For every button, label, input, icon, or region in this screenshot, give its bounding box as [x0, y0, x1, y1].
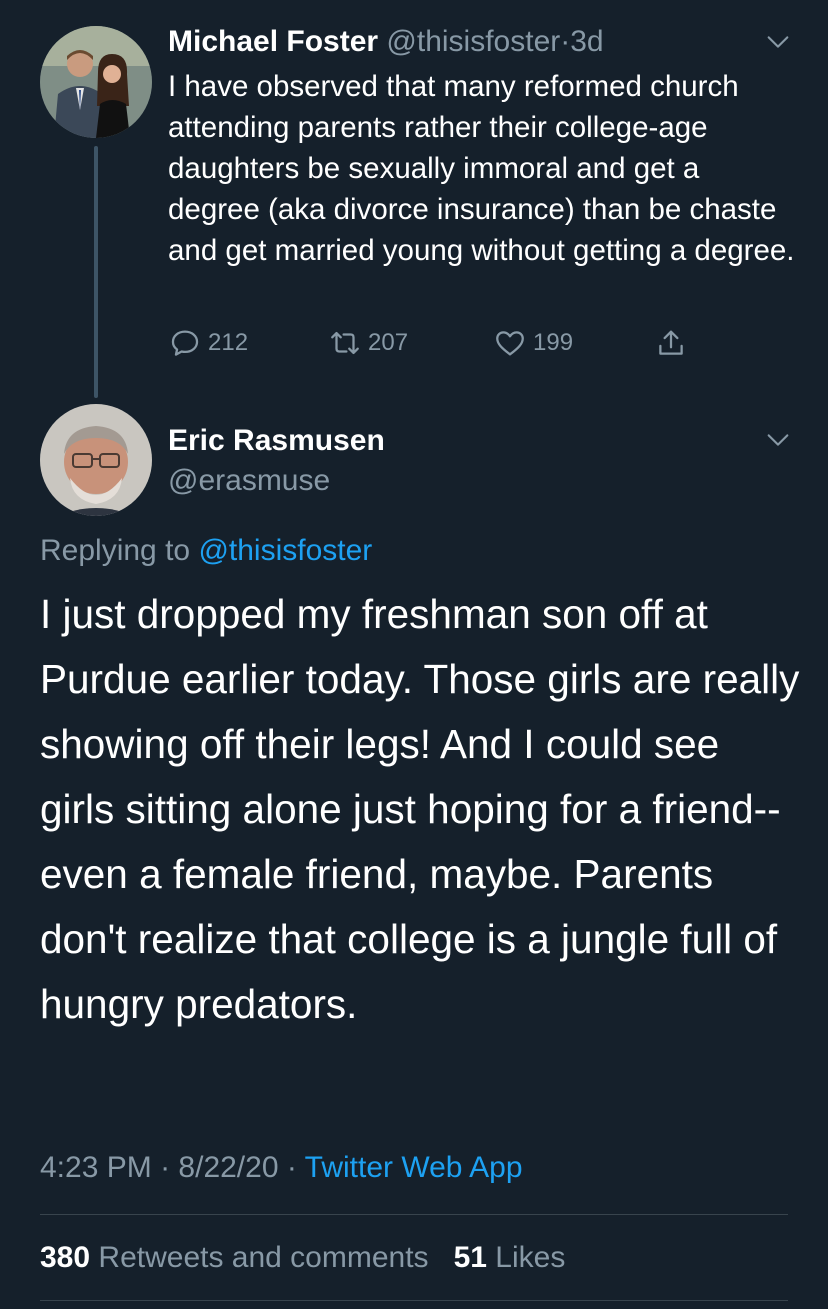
tweet-stats: 380 Retweets and comments 51 Likes [40, 1238, 565, 1278]
chevron-down-icon[interactable] [764, 28, 792, 56]
main-author-handle[interactable]: @erasmuse [168, 462, 330, 500]
meta-separator: · [286, 1151, 297, 1184]
reply-count: 212 [208, 329, 249, 356]
main-author-name[interactable]: Eric Rasmusen [168, 422, 385, 460]
like-button[interactable]: 199 [493, 326, 573, 360]
thread-connector-line [94, 146, 98, 398]
like-count: 199 [533, 329, 574, 356]
retweet-button[interactable]: 207 [328, 326, 408, 360]
parent-author-handle[interactable]: @thisisfoster [386, 25, 560, 58]
header-separator: · [560, 25, 571, 58]
retweets-count: 380 [40, 1241, 91, 1274]
michael-foster-avatar[interactable] [40, 26, 152, 138]
retweets-label: Retweets and comments [98, 1241, 429, 1274]
retweets-stat[interactable]: 380 Retweets and comments [40, 1241, 429, 1274]
likes-count: 51 [453, 1241, 487, 1274]
likes-stat[interactable]: 51 Likes [454, 1241, 566, 1274]
parent-tweet-actions: 212 207 199 [168, 326, 728, 366]
share-upload-icon [659, 330, 683, 355]
tweet-date[interactable]: 8/22/20 [178, 1151, 278, 1184]
stats-divider-top [40, 1214, 788, 1215]
main-tweet-text: I just dropped my freshman son off at Pu… [40, 591, 800, 1027]
replying-to-link[interactable]: @thisisfoster [198, 534, 372, 567]
parent-tweet-text: I have observed that many reformed churc… [168, 70, 795, 267]
stats-divider-bottom [40, 1300, 788, 1301]
retweet-count: 207 [368, 329, 409, 356]
retweet-arrows-icon [331, 331, 359, 355]
parent-tweet-age[interactable]: 3d [570, 25, 603, 58]
tweet-source-link[interactable]: Twitter Web App [305, 1151, 523, 1184]
meta-separator: · [160, 1151, 171, 1184]
likes-label: Likes [495, 1241, 566, 1274]
chevron-down-icon[interactable] [764, 426, 792, 454]
heart-icon [496, 331, 524, 356]
tweet-timestamp-line: 4:23 PM · 8/22/20 · Twitter Web App [40, 1148, 523, 1188]
replying-to-line: Replying to @thisisfoster [40, 532, 372, 570]
eric-rasmusen-avatar[interactable] [40, 404, 152, 516]
tweet-time[interactable]: 4:23 PM [40, 1151, 152, 1184]
speech-bubble-icon [171, 330, 199, 356]
parent-tweet-header: Michael Foster @thisisfoster·3d [168, 24, 604, 60]
share-button[interactable] [654, 326, 694, 360]
replying-prefix: Replying to [40, 534, 191, 567]
parent-author-name[interactable]: Michael Foster [168, 25, 378, 58]
reply-button[interactable]: 212 [168, 326, 248, 360]
